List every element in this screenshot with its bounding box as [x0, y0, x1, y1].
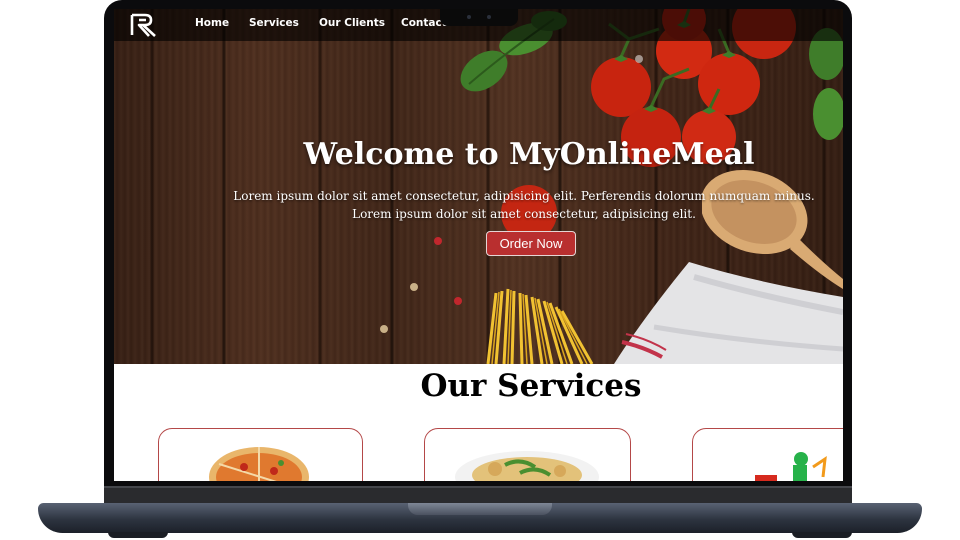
services-section: Our Services	[114, 364, 843, 481]
browser-viewport: Home Services Our Clients Contact Us Wel…	[114, 9, 843, 481]
nav-our-clients-link[interactable]: Our Clients	[319, 17, 385, 29]
services-heading: Our Services	[420, 368, 642, 404]
brand-logo-icon[interactable]	[129, 12, 159, 38]
pasta-dish-image	[455, 451, 599, 481]
laptop-foot-right	[792, 532, 852, 538]
hero-section: Home Services Our Clients Contact Us Wel…	[114, 9, 843, 364]
service-card-meals[interactable]	[424, 428, 631, 481]
pizza-image	[209, 447, 309, 481]
hero-title: Welcome to MyOnlineMeal	[303, 137, 755, 172]
laptop-foot-left	[108, 532, 168, 538]
nav-home-link[interactable]: Home	[195, 17, 229, 29]
camera-notch	[440, 9, 518, 26]
service-card-delivery[interactable]	[692, 428, 843, 481]
hero-description-line-2: Lorem ipsum dolor sit amet consectetur, …	[352, 207, 696, 221]
laptop-opening-lip	[408, 503, 552, 515]
peppercorns-image	[380, 237, 462, 333]
spaghetti-image	[486, 288, 594, 364]
kitchen-towel-image	[614, 262, 843, 364]
nav-services-link[interactable]: Services	[249, 17, 299, 29]
delivery-scooter-image	[755, 452, 827, 481]
hero-description-line-1: Lorem ipsum dolor sit amet consectetur, …	[233, 189, 815, 203]
order-now-button[interactable]: Order Now	[486, 231, 576, 256]
service-card-pizza[interactable]	[158, 428, 363, 481]
